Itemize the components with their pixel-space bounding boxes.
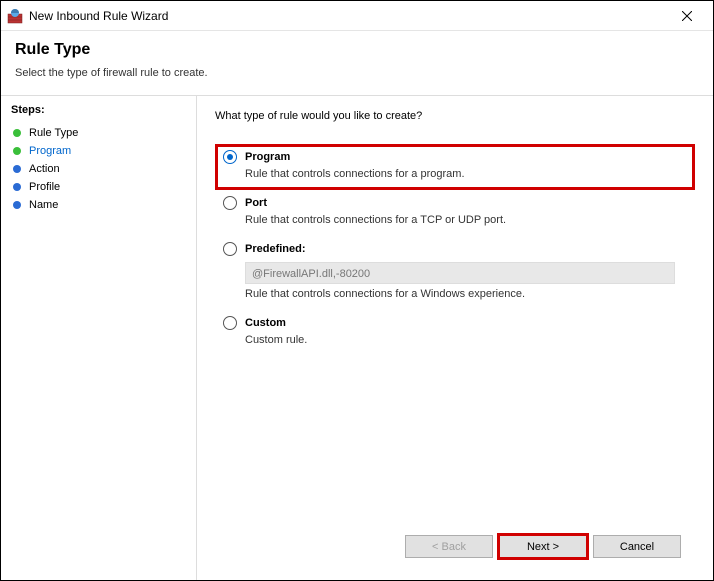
predefined-select[interactable]: @FirewallAPI.dll,-80200 xyxy=(245,262,675,284)
step-bullet-icon xyxy=(13,147,21,155)
option-desc: Custom rule. xyxy=(245,334,687,346)
radio-custom[interactable] xyxy=(223,316,237,330)
steps-sidebar: Steps: Rule Type Program Action Profile Name xyxy=(1,96,196,580)
back-button[interactable]: < Back xyxy=(405,535,493,558)
rule-type-question: What type of rule would you like to crea… xyxy=(215,110,695,122)
rule-type-options: Program Rule that controls connections fo… xyxy=(215,144,695,356)
option-custom: Custom Custom rule. xyxy=(215,310,695,356)
option-desc: Rule that controls connections for a TCP… xyxy=(245,214,687,226)
step-bullet-icon xyxy=(13,201,21,209)
firewall-icon xyxy=(7,8,23,24)
option-label: Program xyxy=(245,151,290,163)
option-predefined: Predefined: @FirewallAPI.dll,-80200 Rule t… xyxy=(215,236,695,310)
steps-heading: Steps: xyxy=(11,104,186,116)
option-label: Custom xyxy=(245,317,286,329)
window-title: New Inbound Rule Wizard xyxy=(29,9,667,23)
option-label: Port xyxy=(245,197,267,209)
wizard-body: Steps: Rule Type Program Action Profile Name… xyxy=(1,96,713,580)
step-rule-type[interactable]: Rule Type xyxy=(11,124,186,142)
step-profile[interactable]: Profile xyxy=(11,178,186,196)
step-bullet-icon xyxy=(13,165,21,173)
option-label: Predefined: xyxy=(245,243,306,255)
step-label: Program xyxy=(29,145,71,157)
titlebar: New Inbound Rule Wizard xyxy=(1,1,713,31)
step-bullet-icon xyxy=(13,183,21,191)
wizard-window: New Inbound Rule Wizard Rule Type Select… xyxy=(0,0,714,581)
option-desc: Rule that controls connections for a Win… xyxy=(245,288,687,300)
step-action[interactable]: Action xyxy=(11,160,186,178)
step-label: Action xyxy=(29,163,60,175)
page-subtitle: Select the type of firewall rule to crea… xyxy=(15,67,699,79)
step-bullet-icon xyxy=(13,129,21,137)
step-label: Name xyxy=(29,199,58,211)
step-name[interactable]: Name xyxy=(11,196,186,214)
radio-predefined[interactable] xyxy=(223,242,237,256)
wizard-footer: < Back Next > Cancel xyxy=(215,523,695,570)
next-button[interactable]: Next > xyxy=(499,535,587,558)
radio-port[interactable] xyxy=(223,196,237,210)
radio-program[interactable] xyxy=(223,150,237,164)
step-label: Profile xyxy=(29,181,60,193)
wizard-header: Rule Type Select the type of firewall ru… xyxy=(1,31,713,87)
wizard-content: What type of rule would you like to crea… xyxy=(197,96,713,580)
cancel-button[interactable]: Cancel xyxy=(593,535,681,558)
step-program[interactable]: Program xyxy=(11,142,186,160)
option-program: Program Rule that controls connections fo… xyxy=(215,144,695,190)
page-title: Rule Type xyxy=(15,41,699,59)
option-desc: Rule that controls connections for a pro… xyxy=(245,168,687,180)
option-port: Port Rule that controls connections for a… xyxy=(215,190,695,236)
close-button[interactable] xyxy=(667,2,707,30)
step-label: Rule Type xyxy=(29,127,78,139)
close-icon xyxy=(682,11,692,21)
